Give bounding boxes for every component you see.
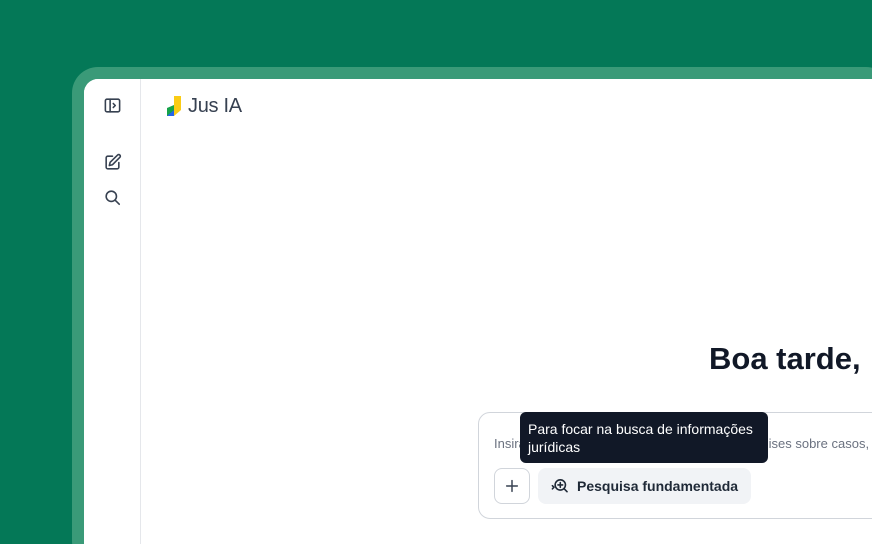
search-icon: [104, 189, 120, 205]
new-chat-icon: [104, 153, 121, 170]
research-mode-button[interactable]: Pesquisa fundamentada: [538, 468, 751, 504]
search-sparkle-icon: [551, 478, 568, 492]
research-mode-label: Pesquisa fundamentada: [577, 478, 739, 494]
sidebar-toggle-button[interactable]: [100, 93, 124, 117]
attach-button[interactable]: [494, 468, 530, 504]
research-tooltip: Para focar na busca de informações juríd…: [520, 412, 768, 463]
app-window: Jus IA Boa tarde, Pesquisa fundamentada: [84, 79, 872, 544]
greeting-heading: Boa tarde,: [709, 341, 861, 376]
plus-icon: [505, 479, 519, 493]
logo-mark-icon: [167, 96, 181, 116]
sidebar: [84, 79, 141, 544]
search-button[interactable]: [100, 185, 124, 209]
jus-ia-logo[interactable]: Jus IA: [164, 93, 242, 119]
sidebar-toggle-icon: [104, 97, 120, 113]
logo-text: Jus IA: [188, 94, 242, 117]
new-chat-button[interactable]: [100, 150, 124, 174]
